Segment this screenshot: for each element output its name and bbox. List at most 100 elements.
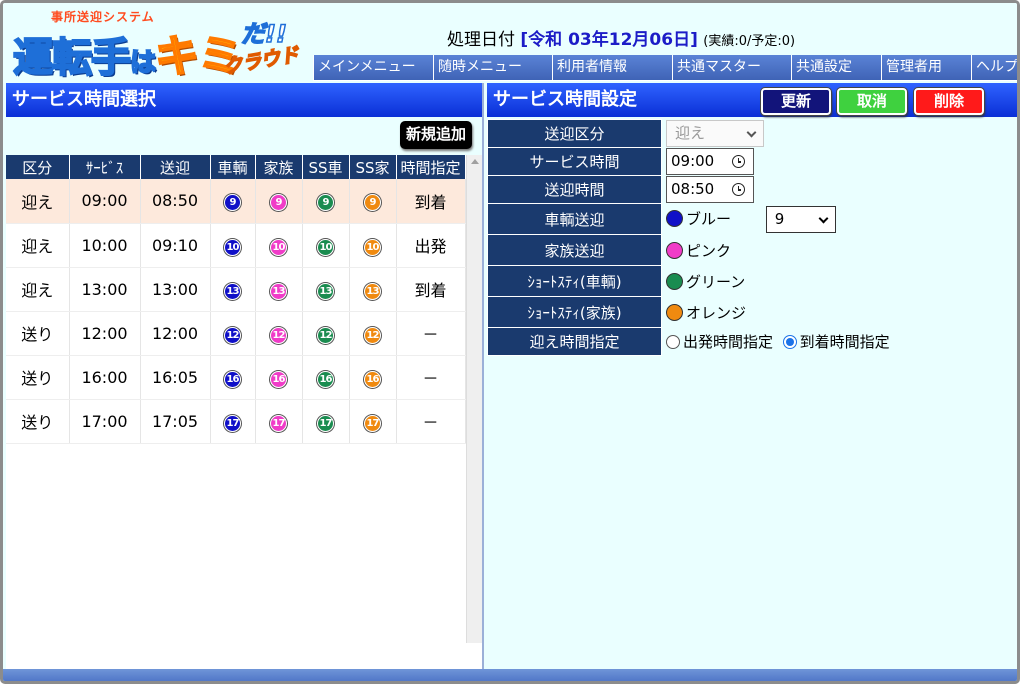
app-window: 事所送迎システム 運転手はキミ だ!! クラウド 処理日付 [令和 03年12月…	[0, 0, 1020, 684]
vehicle-badge-icon: 13	[224, 282, 241, 300]
arrival-radio-label[interactable]: 到着時間指定	[800, 333, 890, 351]
short-vehicle-color-name: グリーン	[686, 272, 746, 291]
service-time-list: 区分 ｻｰﾋﾞｽ 送迎 車輌 家族 SS車 SS家 時間指定 迎え 09:00 08…	[6, 155, 482, 643]
cell-ss-vehicle-badge: 17	[302, 399, 350, 444]
table-row[interactable]: 迎え 13:00 13:00 13 13 13 13 到着	[6, 267, 466, 312]
menu-help[interactable]: ヘルプ	[971, 55, 1017, 81]
col-header-vehicle: 車輌	[210, 155, 256, 179]
cell-kubun: 送り	[6, 355, 70, 400]
cell-vehicle-badge: 17	[210, 399, 256, 444]
cell-ss-vehicle-badge: 12	[302, 311, 350, 356]
col-header-time-spec: 時間指定	[396, 155, 466, 179]
cell-ss-family-badge: 9	[349, 179, 397, 224]
cell-time-spec: 到着	[396, 179, 466, 224]
cell-service-time: 13:00	[69, 267, 141, 312]
record-status: (実績:0/予定:0)	[703, 34, 796, 49]
left-panel-title: サービス時間選択	[6, 83, 482, 117]
cell-ss-family-badge: 10	[349, 223, 397, 268]
short-family-color-name: オレンジ	[686, 303, 747, 322]
cell-family-badge: 10	[255, 223, 303, 268]
ss-vehicle-badge-icon: 17	[317, 414, 334, 432]
cell-sougei-time: 16:05	[140, 355, 211, 400]
delete-button[interactable]: 削除	[914, 88, 984, 115]
menu-adhoc[interactable]: 随時メニュー	[433, 55, 552, 81]
main-menu-bar: メインメニュー 随時メニュー 利用者情報 共通マスター 共通設定 管理者用 ヘル…	[313, 55, 1017, 81]
menu-common-master[interactable]: 共通マスター	[672, 55, 791, 81]
departure-radio-label[interactable]: 出発時間指定	[683, 333, 773, 351]
short-family-label: ｼｮｰﾄｽﾃｨ(家族)	[487, 296, 662, 328]
departure-radio[interactable]	[666, 335, 680, 349]
ss-family-badge-icon: 17	[364, 414, 381, 432]
ss-vehicle-badge-icon: 10	[317, 238, 334, 256]
cell-vehicle-badge: 9	[210, 179, 256, 224]
table-row[interactable]: 迎え 09:00 08:50 9 9 9 9 到着	[6, 179, 466, 224]
sougei-time-input[interactable]: 08:50	[666, 176, 754, 203]
ss-family-badge-icon: 13	[364, 282, 381, 300]
table-header-row: 区分 ｻｰﾋﾞｽ 送迎 車輌 家族 SS車 SS家 時間指定	[6, 155, 466, 179]
ss-vehicle-badge-icon: 12	[317, 326, 334, 344]
table-row[interactable]: 迎え 10:00 09:10 10 10 10 10 出発	[6, 223, 466, 268]
vehicle-badge-icon: 16	[224, 370, 241, 388]
new-add-button[interactable]: 新規追加	[399, 121, 472, 149]
cell-service-time: 12:00	[69, 311, 141, 356]
service-time-label: サービス時間	[487, 147, 662, 176]
family-badge-icon: 13	[270, 282, 287, 300]
right-panel-title-bar: サービス時間設定 更新 取消 削除	[487, 83, 1017, 117]
cell-family-badge: 17	[255, 399, 303, 444]
vehicle-color-name: ブルー	[686, 209, 732, 228]
cell-service-time: 17:00	[69, 399, 141, 444]
arrival-radio[interactable]	[782, 335, 797, 349]
list-scrollbar[interactable]	[466, 155, 482, 643]
menu-user-info[interactable]: 利用者情報	[552, 55, 672, 81]
cell-ss-vehicle-badge: 10	[302, 223, 350, 268]
app-logo[interactable]: 事所送迎システム 運転手はキミ だ!! クラウド	[9, 6, 309, 83]
menu-admin[interactable]: 管理者用	[881, 55, 971, 81]
vehicle-badge-icon: 17	[224, 414, 241, 432]
cell-vehicle-badge: 10	[210, 223, 256, 268]
clock-icon[interactable]	[732, 183, 745, 196]
cell-kubun: 送り	[6, 311, 70, 356]
vehicle-badge-icon: 9	[224, 194, 241, 212]
settings-form: 送迎区分 迎え サービス時間 09:00 送迎時間 08:50 車輌送迎 ブルー…	[487, 119, 890, 356]
kubun-select[interactable]: 迎え	[666, 120, 764, 147]
family-badge-icon: 9	[270, 194, 287, 212]
service-time-selection-panel: サービス時間選択 新規追加 区分 ｻｰﾋﾞｽ 送迎 車輌 家族 SS車 SS家	[6, 83, 484, 669]
ss-family-badge-icon: 9	[364, 194, 381, 212]
cell-ss-vehicle-badge: 13	[302, 267, 350, 312]
update-button[interactable]: 更新	[761, 88, 831, 115]
cell-time-spec: 出発	[396, 223, 466, 268]
col-header-service: ｻｰﾋﾞｽ	[69, 155, 141, 179]
date-label: 処理日付	[447, 30, 515, 50]
scroll-up-arrow-icon[interactable]	[471, 159, 479, 164]
table-row[interactable]: 送り 16:00 16:05 16 16 16 16 －	[6, 355, 466, 400]
cell-vehicle-badge: 13	[210, 267, 256, 312]
vehicle-number-select[interactable]: 9	[765, 205, 836, 233]
cell-sougei-time: 17:05	[140, 399, 211, 444]
right-panel-title: サービス時間設定	[493, 89, 637, 110]
cell-ss-vehicle-badge: 9	[302, 179, 350, 224]
cell-kubun: 迎え	[6, 223, 70, 268]
cell-ss-vehicle-badge: 16	[302, 355, 350, 400]
logo-main-text: 運転手はキミ	[12, 30, 243, 83]
green-dot-icon	[666, 272, 683, 290]
cell-family-badge: 16	[255, 355, 303, 400]
footer-bar	[3, 669, 1017, 681]
cell-family-badge: 9	[255, 179, 303, 224]
family-badge-icon: 16	[270, 370, 287, 388]
cell-service-time: 16:00	[69, 355, 141, 400]
service-time-input[interactable]: 09:00	[666, 148, 754, 175]
cancel-button[interactable]: 取消	[837, 88, 907, 115]
cell-time-spec: －	[396, 311, 466, 356]
menu-common-settings[interactable]: 共通設定	[791, 55, 881, 81]
vehicle-badge-icon: 12	[224, 326, 241, 344]
clock-icon[interactable]	[732, 155, 745, 168]
family-badge-icon: 17	[270, 414, 287, 432]
menu-main[interactable]: メインメニュー	[313, 55, 433, 81]
ss-family-badge-icon: 12	[364, 326, 381, 344]
cell-sougei-time: 12:00	[140, 311, 211, 356]
chevron-down-icon	[746, 127, 757, 138]
table-row[interactable]: 送り 12:00 12:00 12 12 12 12 －	[6, 311, 466, 356]
table-row[interactable]: 送り 17:00 17:05 17 17 17 17 －	[6, 399, 466, 444]
cell-sougei-time: 13:00	[140, 267, 211, 312]
cell-sougei-time: 08:50	[140, 179, 211, 224]
